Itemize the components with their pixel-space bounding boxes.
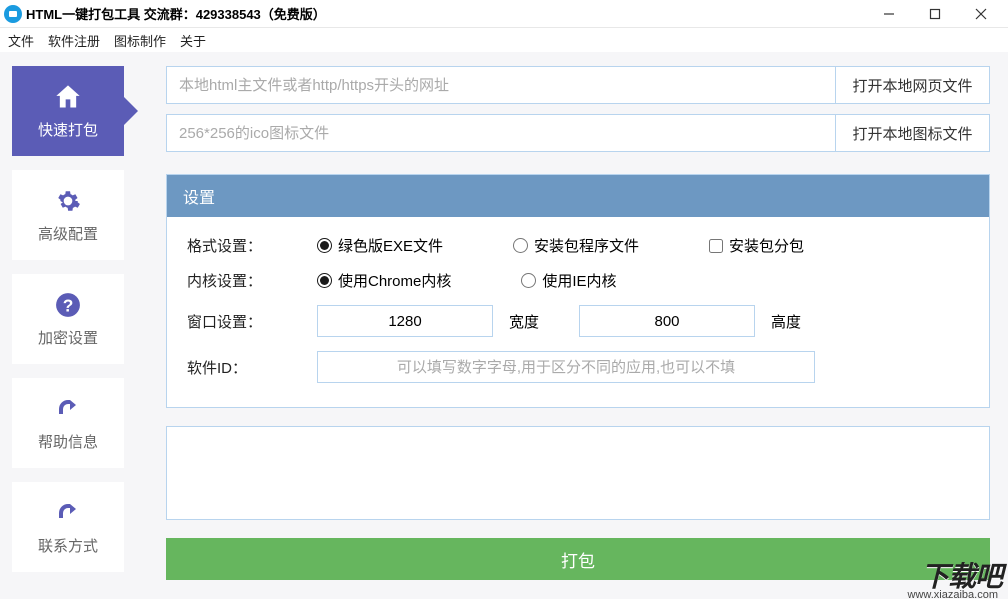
menu-iconmake[interactable]: 图标制作 — [114, 31, 166, 50]
share-icon — [54, 395, 82, 423]
sidebar-item-help[interactable]: 帮助信息 — [12, 378, 124, 468]
window-label: 窗口设置： — [187, 311, 317, 332]
radio-chrome[interactable] — [317, 273, 332, 288]
log-output-box — [166, 426, 990, 520]
pack-button[interactable]: 打包 — [166, 538, 990, 580]
format-label: 格式设置： — [187, 235, 317, 256]
browse-html-button[interactable]: 打开本地网页文件 — [836, 66, 990, 104]
width-text: 宽度 — [509, 311, 539, 332]
core-option-ie[interactable]: 使用IE内核 — [521, 270, 616, 291]
svg-text:?: ? — [63, 295, 74, 315]
core-row: 内核设置： 使用Chrome内核 使用IE内核 — [187, 270, 969, 291]
id-label: 软件ID： — [187, 357, 317, 378]
core-label: 内核设置： — [187, 270, 317, 291]
menu-about[interactable]: 关于 — [180, 31, 206, 50]
share-icon — [54, 499, 82, 527]
sidebar-item-label: 快速打包 — [38, 119, 98, 140]
html-path-input[interactable] — [166, 66, 836, 104]
settings-panel: 设置 格式设置： 绿色版EXE文件 安装包程序文件 安装包分包 内核设置： 使用… — [166, 174, 990, 408]
window-row: 窗口设置： 宽度 高度 — [187, 305, 969, 337]
close-button[interactable] — [958, 0, 1004, 28]
height-text: 高度 — [771, 311, 801, 332]
sidebar-item-quickpack[interactable]: 快速打包 — [12, 66, 124, 156]
sidebar-item-advanced[interactable]: 高级配置 — [12, 170, 124, 260]
menubar: 文件 软件注册 图标制作 关于 — [0, 28, 1008, 52]
minimize-button[interactable] — [866, 0, 912, 28]
radio-ie[interactable] — [521, 273, 536, 288]
ico-input-row: 打开本地图标文件 — [166, 114, 990, 152]
gear-icon — [54, 187, 82, 215]
app-icon — [4, 5, 22, 23]
id-row: 软件ID： — [187, 351, 969, 383]
checkbox-split[interactable] — [709, 239, 723, 253]
radio-green-exe[interactable] — [317, 238, 332, 253]
sidebar: 快速打包 高级配置 ? 加密设置 帮助信息 联系方式 — [0, 52, 136, 599]
sidebar-item-contact[interactable]: 联系方式 — [12, 482, 124, 572]
html-input-row: 打开本地网页文件 — [166, 66, 990, 104]
format-option-green[interactable]: 绿色版EXE文件 — [317, 235, 443, 256]
sidebar-item-encrypt[interactable]: ? 加密设置 — [12, 274, 124, 364]
main: 快速打包 高级配置 ? 加密设置 帮助信息 联系方式 打开本地网页文件 打开本地… — [0, 52, 1008, 599]
format-option-installer[interactable]: 安装包程序文件 — [513, 235, 639, 256]
software-id-input[interactable] — [317, 351, 815, 383]
format-option-split[interactable]: 安装包分包 — [709, 235, 804, 256]
settings-body: 格式设置： 绿色版EXE文件 安装包程序文件 安装包分包 内核设置： 使用Chr… — [167, 217, 989, 407]
core-option-chrome[interactable]: 使用Chrome内核 — [317, 270, 451, 291]
format-row: 格式设置： 绿色版EXE文件 安装包程序文件 安装包分包 — [187, 235, 969, 256]
ico-path-input[interactable] — [166, 114, 836, 152]
titlebar: HTML一键打包工具 交流群：429338543（免费版） — [0, 0, 1008, 28]
home-icon — [54, 83, 82, 111]
content: 打开本地网页文件 打开本地图标文件 设置 格式设置： 绿色版EXE文件 安装包程… — [136, 52, 1008, 599]
sidebar-item-label: 高级配置 — [38, 223, 98, 244]
radio-installer[interactable] — [513, 238, 528, 253]
sidebar-item-label: 加密设置 — [38, 327, 98, 348]
question-icon: ? — [54, 291, 82, 319]
sidebar-item-label: 联系方式 — [38, 535, 98, 556]
sidebar-item-label: 帮助信息 — [38, 431, 98, 452]
window-controls — [866, 0, 1004, 28]
height-input[interactable] — [579, 305, 755, 337]
browse-ico-button[interactable]: 打开本地图标文件 — [836, 114, 990, 152]
width-input[interactable] — [317, 305, 493, 337]
window-title: HTML一键打包工具 交流群：429338543（免费版） — [26, 4, 326, 23]
settings-header: 设置 — [167, 175, 989, 217]
maximize-button[interactable] — [912, 0, 958, 28]
menu-register[interactable]: 软件注册 — [48, 31, 100, 50]
menu-file[interactable]: 文件 — [8, 31, 34, 50]
